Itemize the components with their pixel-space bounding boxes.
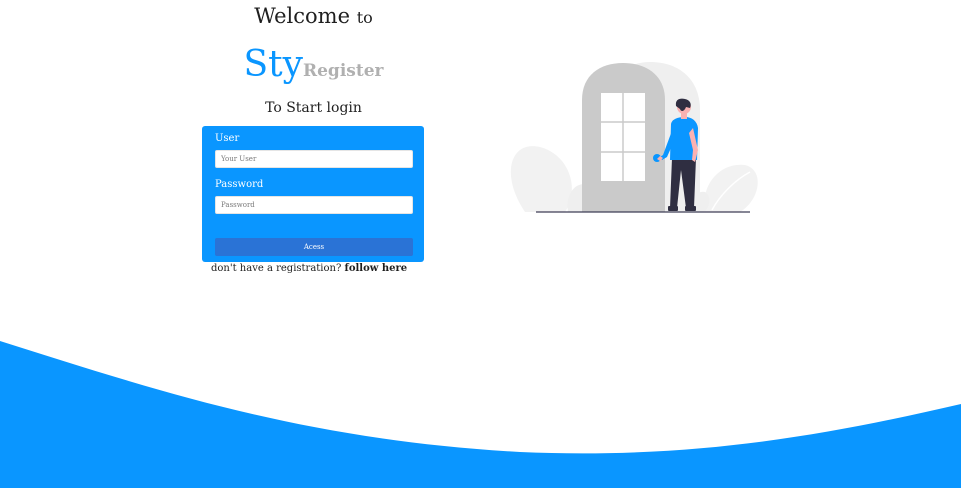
- user-input[interactable]: [215, 150, 413, 168]
- welcome-heading: Welcome to: [212, 4, 415, 28]
- password-input[interactable]: [215, 196, 413, 214]
- user-label: User: [215, 133, 240, 144]
- login-subtitle: To Start login: [265, 100, 362, 116]
- access-button[interactable]: Acess: [215, 238, 413, 256]
- brand-main-text: Sty: [243, 44, 303, 85]
- left-leaf-shape: [510, 146, 572, 212]
- password-label: Password: [215, 179, 264, 190]
- background-wave: [0, 341, 961, 488]
- register-link[interactable]: follow here: [345, 263, 408, 274]
- register-prompt: don't have a registration? follow here: [211, 263, 407, 274]
- login-form: User Password Acess: [202, 126, 424, 262]
- welcome-to-text: to: [356, 8, 373, 27]
- person-at-door-illustration: [510, 62, 758, 213]
- welcome-text: Welcome: [254, 4, 350, 28]
- brand-logo: StyRegister: [212, 44, 415, 85]
- register-text: don't have a registration?: [211, 263, 342, 274]
- brand-sub-text: Register: [302, 61, 384, 81]
